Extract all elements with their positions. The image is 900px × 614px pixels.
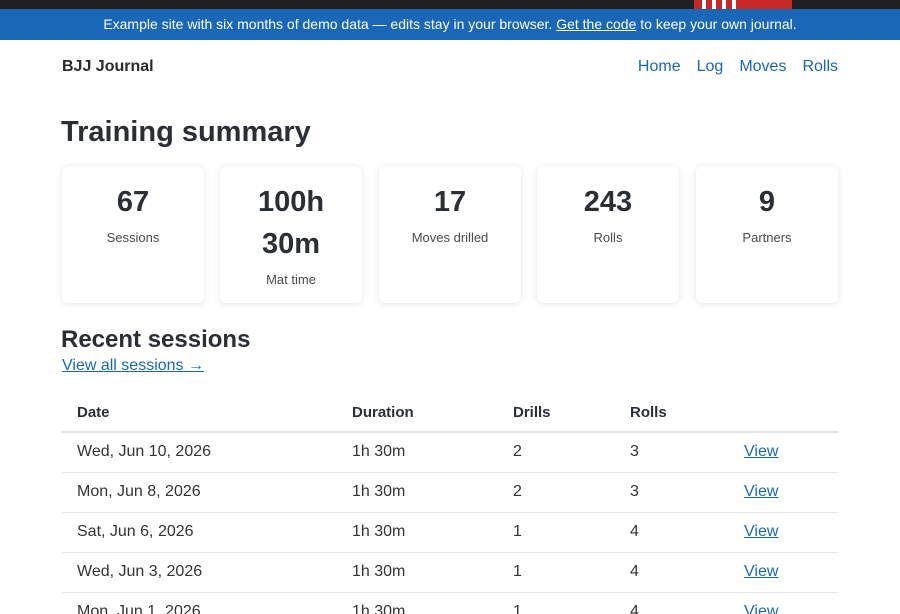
col-drills: Drills bbox=[498, 394, 615, 433]
cell-rolls: 4 bbox=[615, 592, 729, 614]
nav-rolls[interactable]: Rolls bbox=[802, 58, 838, 76]
cell-drills: 2 bbox=[498, 472, 615, 513]
cell-rolls: 3 bbox=[615, 472, 729, 513]
demo-banner: Example site with six months of demo dat… bbox=[0, 9, 900, 40]
col-rolls: Rolls bbox=[615, 394, 729, 433]
card-value: 9 bbox=[758, 186, 776, 218]
card-label: Moves drilled bbox=[411, 230, 489, 245]
card-label: Rolls bbox=[593, 230, 623, 245]
page-title: Training summary bbox=[61, 116, 311, 148]
cell-action: View bbox=[729, 432, 839, 473]
get-code-link[interactable]: Get the code bbox=[556, 16, 636, 32]
cell-duration: 1h 30m bbox=[337, 552, 498, 593]
view-all-sessions-link[interactable]: View all sessions → bbox=[62, 357, 204, 375]
banner-text: Example site with six months of demo dat… bbox=[103, 16, 553, 32]
card-sessions: 67 Sessions bbox=[62, 166, 204, 303]
table-row: Mon, Jun 1, 2026 1h 30m 1 4 View bbox=[62, 592, 839, 614]
banner-text-after: to keep your own journal. bbox=[640, 16, 797, 32]
card-value: 67 bbox=[116, 186, 150, 218]
cell-drills: 1 bbox=[498, 512, 615, 553]
card-value: 17 bbox=[433, 186, 467, 218]
card-value: 100h 30m bbox=[257, 186, 325, 260]
cell-duration: 1h 30m bbox=[337, 592, 498, 614]
cell-action: View bbox=[729, 592, 839, 614]
table-row: Wed, Jun 3, 2026 1h 30m 1 4 View bbox=[62, 552, 839, 593]
site-brand[interactable]: BJJ Journal bbox=[62, 58, 154, 76]
view-session-link[interactable]: View bbox=[744, 483, 778, 500]
cell-date: Wed, Jun 10, 2026 bbox=[62, 432, 337, 473]
cell-rolls: 4 bbox=[615, 552, 729, 593]
card-label: Partners bbox=[742, 230, 792, 245]
card-moves-drilled: 17 Moves drilled bbox=[379, 166, 521, 303]
card-value: 243 bbox=[583, 186, 633, 218]
card-rolls: 243 Rolls bbox=[537, 166, 679, 303]
cell-drills: 1 bbox=[498, 592, 615, 614]
sessions-table: Date Duration Drills Rolls Wed, Jun 10, … bbox=[62, 394, 839, 614]
cell-duration: 1h 30m bbox=[337, 512, 498, 553]
cell-date: Mon, Jun 8, 2026 bbox=[62, 472, 337, 513]
col-date: Date bbox=[62, 394, 337, 433]
flag-graphic bbox=[694, 0, 792, 9]
table-row: Sat, Jun 6, 2026 1h 30m 1 4 View bbox=[62, 512, 839, 553]
view-session-link[interactable]: View bbox=[744, 603, 778, 614]
nav-moves[interactable]: Moves bbox=[739, 58, 786, 76]
cell-duration: 1h 30m bbox=[337, 432, 498, 473]
cell-date: Mon, Jun 1, 2026 bbox=[62, 592, 337, 614]
cell-drills: 1 bbox=[498, 552, 615, 593]
cell-date: Wed, Jun 3, 2026 bbox=[62, 552, 337, 593]
table-row: Wed, Jun 10, 2026 1h 30m 2 3 View bbox=[62, 432, 839, 473]
summary-cards: 67 Sessions 100h 30m Mat time 17 Moves d… bbox=[62, 166, 839, 303]
cell-rolls: 3 bbox=[615, 432, 729, 473]
view-session-link[interactable]: View bbox=[744, 563, 778, 580]
table-row: Mon, Jun 8, 2026 1h 30m 2 3 View bbox=[62, 472, 839, 513]
cell-action: View bbox=[729, 512, 839, 553]
cell-duration: 1h 30m bbox=[337, 472, 498, 513]
table-header-row: Date Duration Drills Rolls bbox=[62, 394, 839, 433]
nav-log[interactable]: Log bbox=[697, 58, 724, 76]
recent-sessions-heading: Recent sessions bbox=[61, 326, 251, 353]
view-session-link[interactable]: View bbox=[744, 443, 778, 460]
cell-drills: 2 bbox=[498, 432, 615, 473]
cell-date: Sat, Jun 6, 2026 bbox=[62, 512, 337, 553]
cell-rolls: 4 bbox=[615, 512, 729, 553]
main-nav: Home Log Moves Rolls bbox=[638, 58, 838, 76]
cell-action: View bbox=[729, 552, 839, 593]
view-session-link[interactable]: View bbox=[744, 523, 778, 540]
card-label: Mat time bbox=[266, 272, 316, 287]
nav-home[interactable]: Home bbox=[638, 58, 681, 76]
col-duration: Duration bbox=[337, 394, 498, 433]
cell-action: View bbox=[729, 472, 839, 513]
card-partners: 9 Partners bbox=[696, 166, 838, 303]
card-mat-time: 100h 30m Mat time bbox=[220, 166, 362, 303]
col-actions bbox=[729, 394, 839, 433]
card-label: Sessions bbox=[106, 230, 160, 245]
